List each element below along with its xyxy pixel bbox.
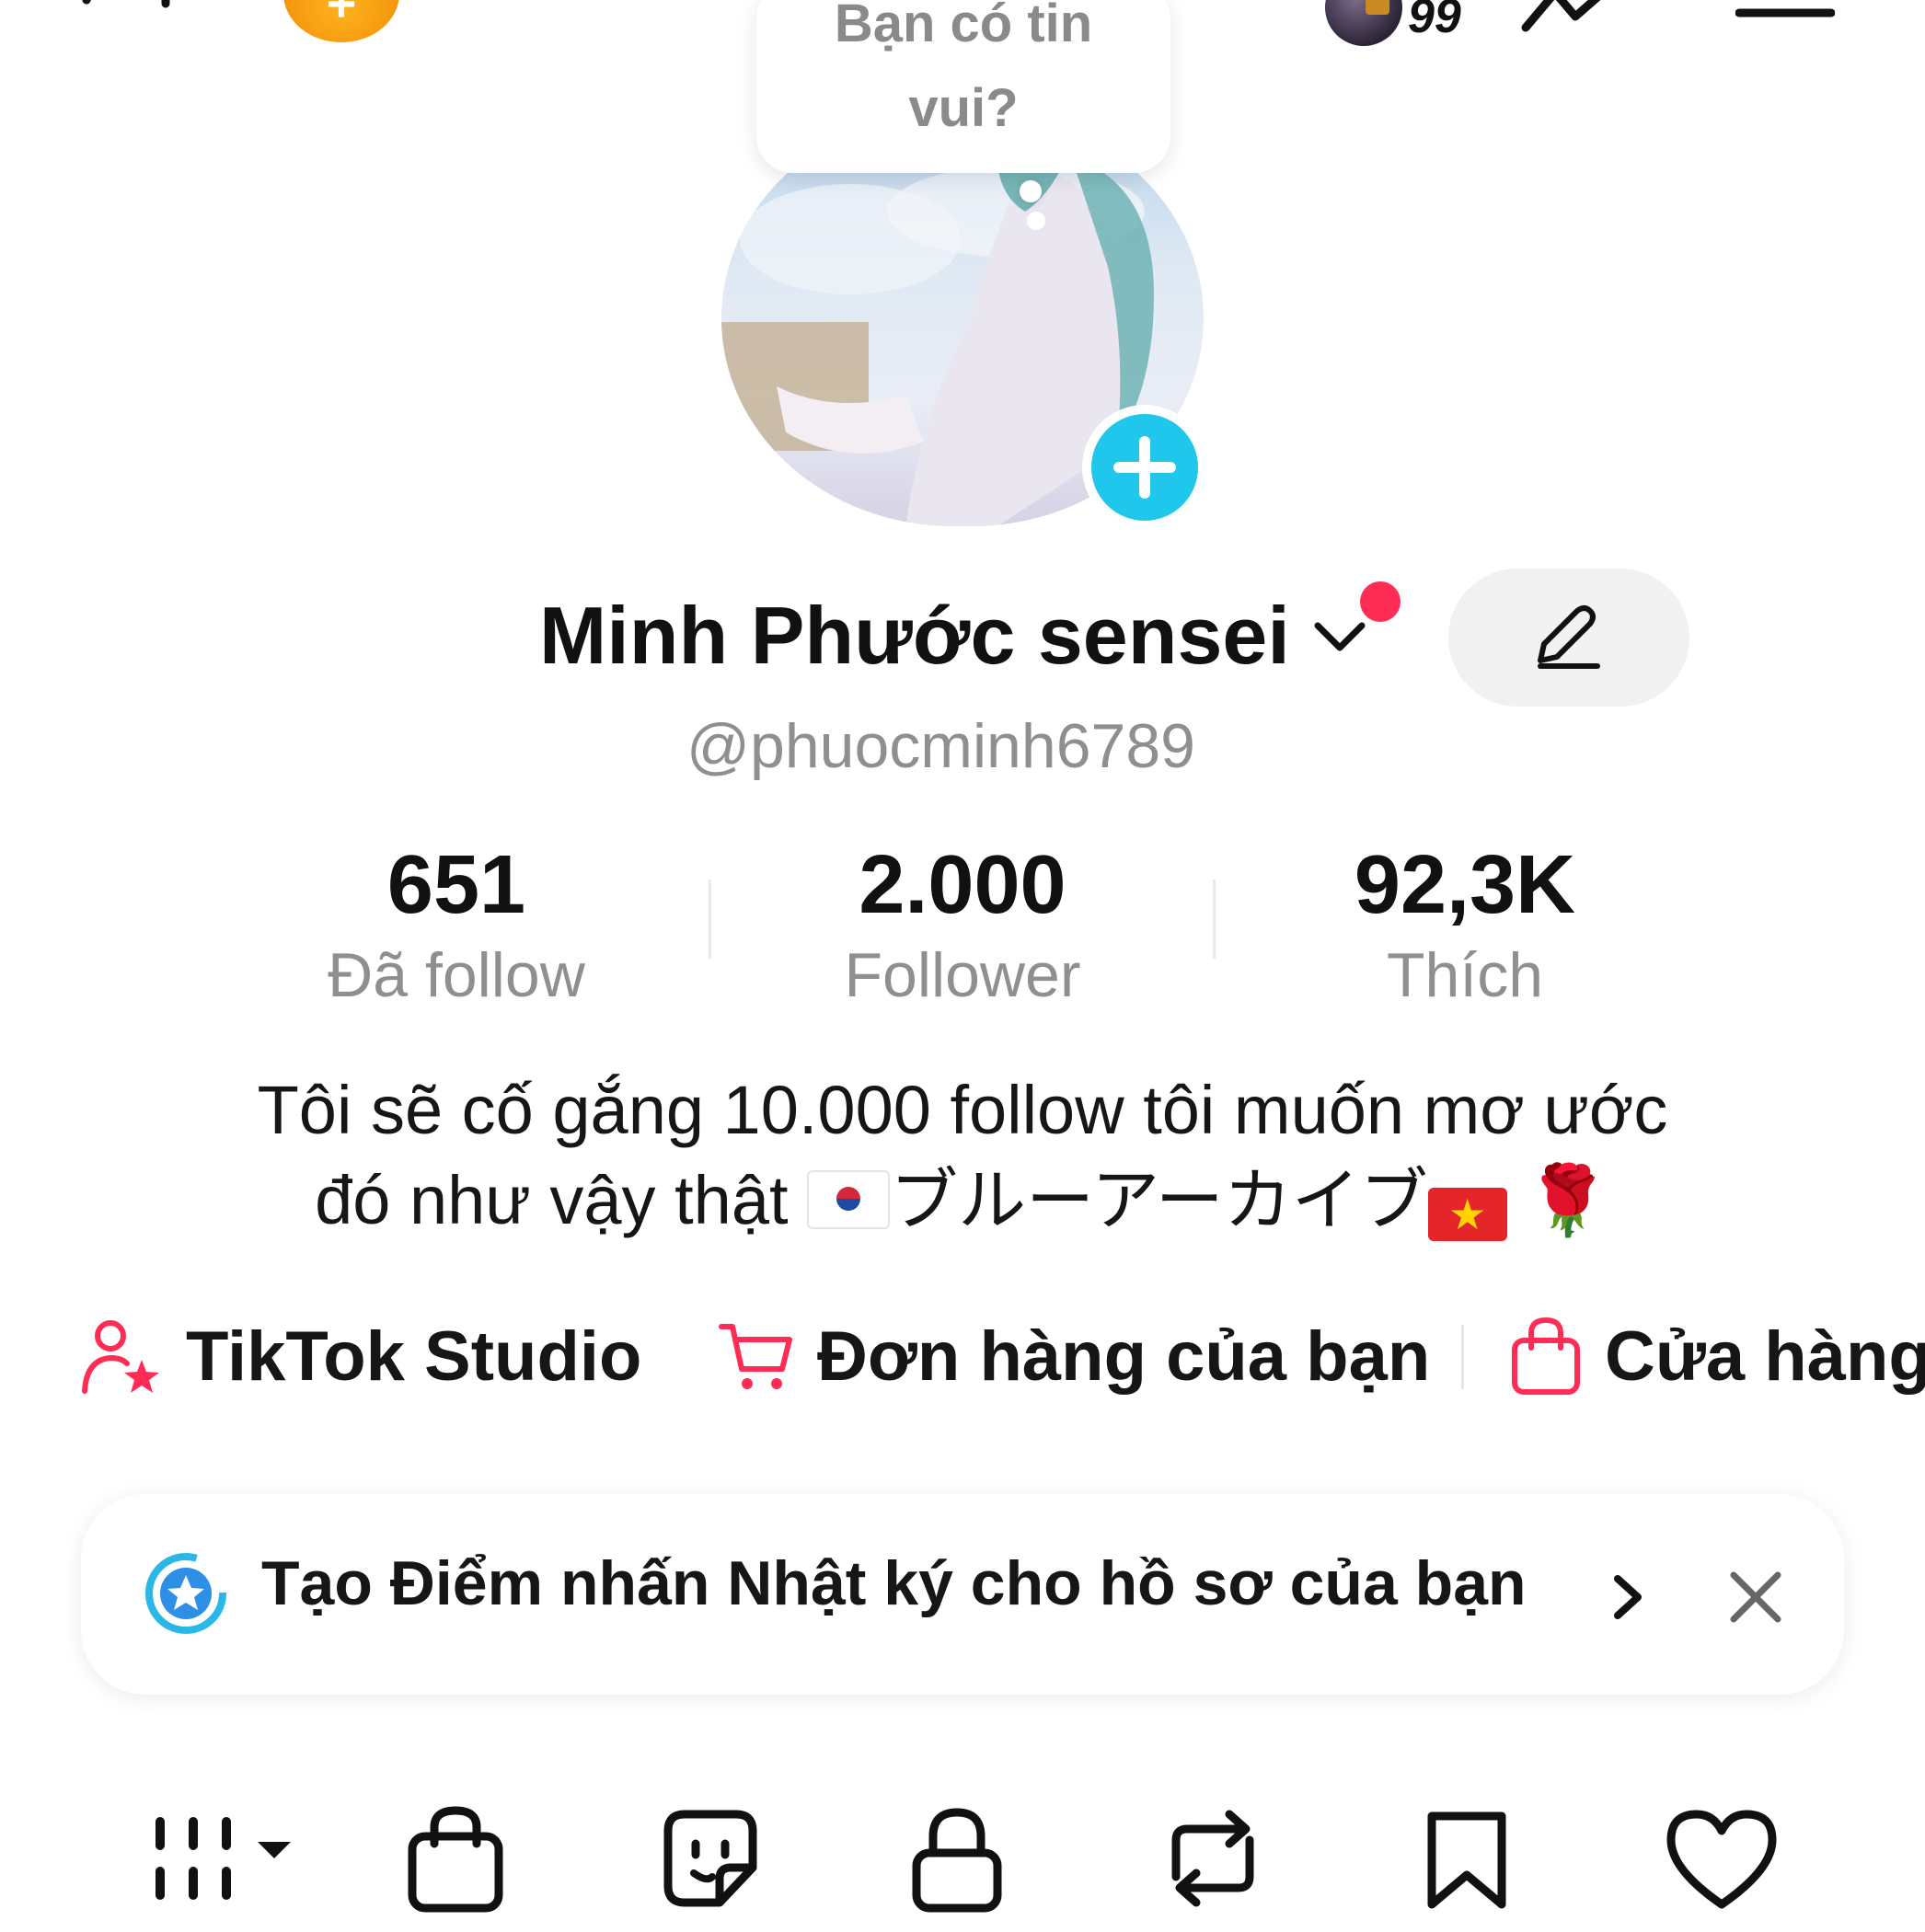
stat-following-label: Đã follow (328, 940, 585, 1010)
link-tiktok-studio[interactable]: TikTok Studio (79, 1310, 641, 1402)
stats-divider (709, 880, 711, 959)
chevron-right-icon[interactable] (1605, 1571, 1651, 1623)
stat-likes-label: Thích (1386, 940, 1544, 1010)
cart-icon (719, 1324, 792, 1389)
stat-following-value: 651 (386, 839, 526, 931)
activity-icon[interactable] (1518, 0, 1629, 37)
bio-line-2: đó như vậy thật ブルーアーカイブ ★ 🌹 (110, 1156, 1815, 1246)
coin-plus-icon: + (326, 0, 357, 32)
stat-followers-value: 2.000 (859, 839, 1066, 931)
add-story-button[interactable] (1082, 405, 1207, 530)
plus-icon (1113, 436, 1176, 499)
link-orders[interactable]: Đơn hàng của bạn (718, 1310, 1430, 1402)
link-orders-label: Đơn hàng của bạn (817, 1317, 1431, 1396)
rose-icon: 🌹 (1525, 1162, 1610, 1238)
korea-flag-icon (807, 1170, 891, 1229)
shop-bag-icon[interactable] (401, 1803, 512, 1914)
stats-divider (1213, 880, 1216, 959)
profile-name[interactable]: Minh Phước sensei (539, 589, 1290, 683)
vietnam-flag-icon: ★ (1427, 1188, 1507, 1241)
link-tiktok-studio-label: TikTok Studio (186, 1317, 642, 1396)
close-icon[interactable] (1726, 1568, 1785, 1627)
bubble-tail (1020, 180, 1042, 202)
chevron-down-icon[interactable] (1310, 615, 1369, 659)
stat-following[interactable]: 651 Đã follow (254, 839, 659, 1019)
stat-followers[interactable]: 2.000 Follower (760, 839, 1165, 1019)
links-divider (1461, 1325, 1464, 1389)
bio-line-2-text: đó như vậy thật (315, 1162, 808, 1238)
bubble-text-line2: vui? (908, 78, 1019, 138)
profile-bio: Tôi sẽ cố gắng 10.000 follow tôi muốn mơ… (110, 1065, 1815, 1246)
highlight-card[interactable]: Tạo Điểm nhấn Nhật ký cho hồ sơ của bạn (81, 1494, 1844, 1695)
bubble-text-line1: Bạn có tin (834, 0, 1093, 53)
pencil-icon (1538, 605, 1600, 669)
menu-icon[interactable] (1735, 0, 1835, 28)
link-shop[interactable]: Cửa hàng (1509, 1310, 1925, 1402)
bubble-text: Bạn có tin vui? (756, 0, 1170, 151)
edit-profile-button[interactable] (1448, 569, 1689, 707)
stat-likes[interactable]: 92,3K Thích (1262, 839, 1667, 1019)
highlight-card-text: Tạo Điểm nhấn Nhật ký cho hồ sơ của bạn (261, 1548, 1527, 1618)
star-badge-icon (145, 1553, 226, 1634)
link-shop-label: Cửa hàng (1605, 1317, 1925, 1396)
grid-icon[interactable] (147, 1803, 313, 1914)
add-friend-icon[interactable] (77, 0, 206, 37)
sticker-icon[interactable] (655, 1803, 766, 1914)
lock-icon[interactable] (902, 1803, 1012, 1914)
stat-followers-label: Follower (844, 940, 1081, 1010)
coin-icon[interactable]: + (283, 0, 399, 42)
bio-line-1: Tôi sẽ cố gắng 10.000 follow tôi muốn mơ… (257, 1072, 1668, 1148)
repost-icon[interactable] (1158, 1803, 1268, 1914)
notification-dot (1360, 581, 1401, 622)
badge-count: 99 (1408, 0, 1461, 43)
status-bubble[interactable]: Bạn có tin vui? (756, 0, 1170, 173)
heart-icon[interactable] (1662, 1803, 1781, 1914)
bio-japanese: ブルーアーカイブ (890, 1162, 1428, 1238)
person-star-icon (82, 1320, 159, 1394)
shopping-bag-icon (1512, 1317, 1580, 1395)
stat-likes-value: 92,3K (1354, 839, 1576, 931)
profile-username: @phuocminh6789 (686, 711, 1195, 781)
badge-avatar[interactable] (1325, 0, 1402, 46)
bookmark-icon[interactable] (1412, 1803, 1522, 1914)
